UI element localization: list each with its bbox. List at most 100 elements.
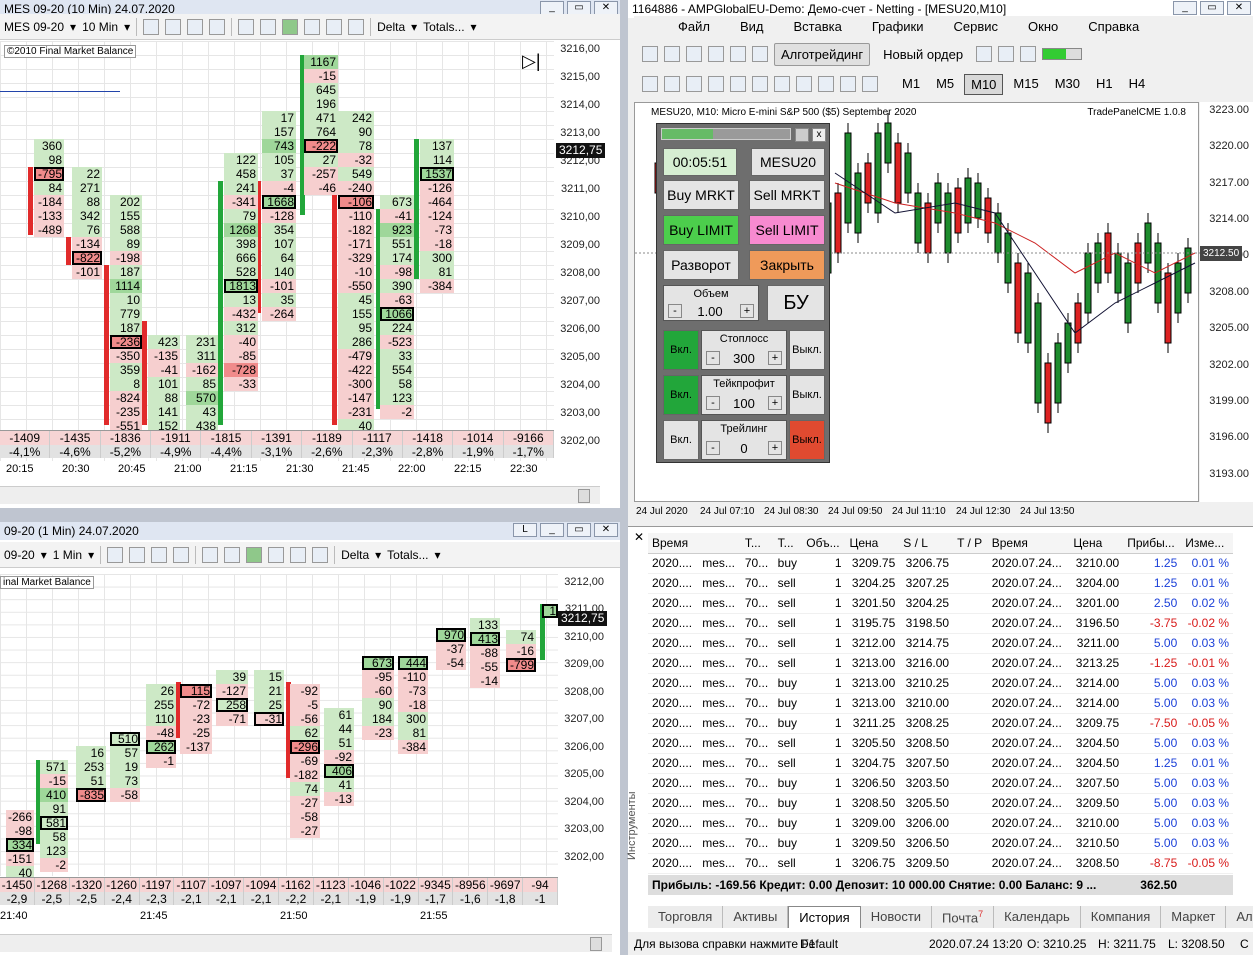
cursor-icon[interactable] (202, 546, 219, 563)
tab-Компания[interactable]: Компания (1081, 906, 1162, 928)
close-icon[interactable]: ✕ (594, 523, 618, 537)
properties-icon[interactable] (348, 18, 365, 35)
menu-item[interactable]: Файл (678, 19, 710, 34)
rectangle-icon[interactable] (840, 76, 856, 92)
trailing-minus-button[interactable]: - (706, 441, 720, 455)
strategy-icon[interactable] (326, 18, 343, 35)
table-row[interactable]: 2020.... mes... 70... sell 1 3201.50 3204.25 20… (648, 593, 1233, 614)
timeframe-h1[interactable]: H1 (1090, 74, 1119, 95)
stoploss-plus-button[interactable]: + (768, 351, 782, 365)
data-box-icon[interactable] (304, 18, 321, 35)
bar-style-icon[interactable] (107, 546, 124, 563)
data-window-icon[interactable] (708, 46, 724, 62)
interval-selector[interactable]: 1 Min (53, 548, 82, 562)
shapes-icon[interactable] (862, 76, 878, 92)
stoploss-minus-button[interactable]: - (706, 351, 720, 365)
depth-of-market-icon[interactable] (976, 46, 993, 62)
table-row[interactable]: 2020.... mes... 70... buy 1 3208.50 3205.50 202… (648, 793, 1233, 814)
play-icon[interactable]: ▷| (522, 51, 541, 72)
new-order-button[interactable]: Новый ордер (876, 42, 971, 66)
column-header[interactable]: Время (987, 533, 1070, 554)
zoom-icon[interactable] (173, 546, 190, 563)
zoom-icon[interactable] (209, 18, 226, 35)
delta-dropdown[interactable]: Delta (377, 20, 405, 34)
table-row[interactable]: 2020.... mes... 70... sell 1 3204.75 3207.50 20… (648, 753, 1233, 774)
stoploss-off-button[interactable]: Выкл. (789, 330, 825, 370)
takeprofit-off-button[interactable]: Выкл. (789, 375, 825, 415)
menu-item[interactable]: Сервис (954, 19, 999, 34)
timeframe-m10[interactable]: M10 (964, 73, 1004, 95)
tab-Календарь[interactable]: Календарь (994, 906, 1081, 928)
column-header[interactable]: Объ... (802, 533, 846, 554)
cursor-icon[interactable] (238, 18, 255, 35)
bottom-chart-plot[interactable]: inal Market Balance -266 -98 334 -151 40 571… (0, 574, 558, 880)
trailing-input[interactable]: 0 (724, 441, 764, 456)
tab-Почта[interactable]: Почта7 (932, 906, 995, 928)
chart-trader-icon[interactable] (282, 18, 299, 35)
tab-Новости[interactable]: Новости (861, 906, 933, 928)
buy-market-button[interactable]: Buy MRKT (663, 180, 739, 210)
navigator-icon[interactable] (730, 46, 746, 62)
timeframe-m30[interactable]: M30 (1049, 74, 1086, 95)
menu-item[interactable]: Окно (1028, 19, 1058, 34)
tab-История[interactable]: История (788, 906, 861, 928)
takeprofit-plus-button[interactable]: + (768, 396, 782, 410)
fibonacci-icon[interactable] (774, 76, 790, 92)
totals-dropdown[interactable]: Totals... (387, 548, 428, 562)
breakeven-button[interactable]: БУ (767, 285, 825, 321)
trendline-icon[interactable] (730, 76, 746, 92)
column-header[interactable]: T / P (953, 533, 988, 554)
column-header[interactable]: Т... (740, 533, 774, 554)
tab-Алерты[interactable]: Алерты (1226, 906, 1253, 928)
takeprofit-on-button[interactable]: Вкл. (663, 375, 699, 415)
timeframe-m15[interactable]: M15 (1007, 74, 1044, 95)
trailing-off-button[interactable]: Выкл. (789, 420, 825, 460)
delta-dropdown[interactable]: Delta (341, 548, 369, 562)
bottom-scrollbar[interactable] (0, 934, 612, 952)
data-box-icon[interactable] (268, 546, 285, 563)
search-icon[interactable] (998, 46, 1015, 62)
table-row[interactable]: 2020.... mes... 70... buy 1 3211.25 3208.25 202… (648, 713, 1233, 734)
strategy-icon[interactable] (290, 546, 307, 563)
table-row[interactable]: 2020.... mes... 70... sell 1 3206.75 3209.50 20… (648, 853, 1233, 874)
menu-item[interactable]: Графики (872, 19, 924, 34)
minimize-icon[interactable]: _ (540, 523, 564, 537)
stoploss-input[interactable]: 300 (724, 351, 764, 366)
profiles-icon[interactable] (664, 46, 680, 62)
pencil-icon[interactable] (129, 546, 146, 563)
table-row[interactable]: 2020.... mes... 70... buy 1 3213.00 3210.25 202… (648, 673, 1233, 694)
column-header[interactable]: Изме... (1181, 533, 1233, 554)
close-icon[interactable]: ✕ (594, 1, 618, 15)
maximize-icon[interactable]: ▭ (567, 1, 591, 15)
new-chart-icon[interactable] (642, 46, 658, 62)
maximize-icon[interactable]: ▭ (567, 523, 591, 537)
volume-minus-button[interactable]: - (668, 304, 682, 318)
maximize-icon[interactable]: ▭ (1200, 1, 1224, 15)
bar-style-icon[interactable] (143, 18, 160, 35)
column-header[interactable]: Цена (845, 533, 900, 554)
cursor-icon[interactable] (642, 76, 658, 92)
chart-trader-icon[interactable] (246, 546, 263, 563)
toolbox-close-icon[interactable]: ✕ (634, 530, 644, 544)
crosshair-icon[interactable] (664, 76, 680, 92)
timeframe-m5[interactable]: M5 (930, 74, 960, 95)
market-watch-icon[interactable] (686, 46, 702, 62)
crosshair-icon[interactable] (151, 546, 168, 563)
ellipse-icon[interactable] (818, 76, 834, 92)
magnifier-icon[interactable] (260, 18, 277, 35)
table-row[interactable]: 2020.... mes... 70... sell 1 3212.00 3214.75 20… (648, 633, 1233, 654)
volume-plus-button[interactable]: + (740, 304, 754, 318)
column-header[interactable]: S / L (899, 533, 954, 554)
tab-Торговля[interactable]: Торговля (648, 906, 724, 928)
bottom-window-titlebar[interactable]: 09-20 (1 Min) 24.07.2020 L _ ▭ ✕ (0, 522, 620, 540)
menu-item[interactable]: Вид (740, 19, 764, 34)
volume-input[interactable]: 1.00 (688, 304, 732, 319)
table-row[interactable]: 2020.... mes... 70... buy 1 3209.00 3206.00 202… (648, 813, 1233, 834)
tab-Маркет[interactable]: Маркет (1161, 906, 1227, 928)
pencil-icon[interactable] (165, 18, 182, 35)
column-header[interactable]: Т... (773, 533, 803, 554)
close-icon[interactable]: ✕ (1227, 1, 1251, 15)
properties-icon[interactable] (312, 546, 329, 563)
column-header[interactable]: Цена (1069, 533, 1124, 554)
buy-limit-button[interactable]: Buy LIMIT (663, 215, 739, 245)
